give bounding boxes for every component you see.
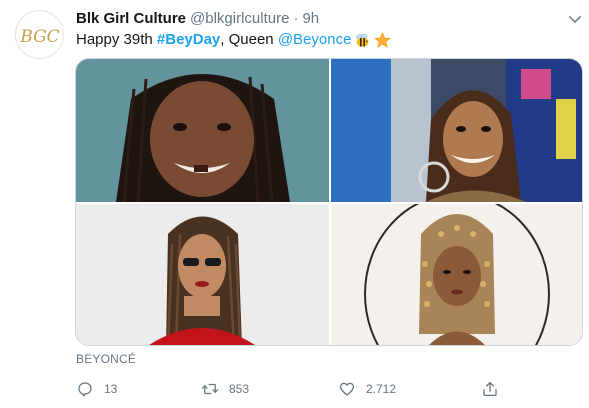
photo-2[interactable] [331,59,582,202]
retweet-icon [201,383,219,395]
like-count: 2.712 [366,382,397,396]
tweet-text-prefix: Happy 39th [76,31,157,48]
user-handle[interactable]: @blkgirlculture [190,10,289,28]
tweet-header: Blk Girl Culture @blkgirlculture · 9h [76,10,319,28]
tweet[interactable]: BGC Blk Girl Culture @blkgirlculture · 9… [0,0,589,408]
mention-link[interactable]: @Beyonce [278,30,352,50]
beaded-hair-portrait-photo [331,204,582,345]
retweet-count: 853 [229,382,250,396]
chevron-down-icon[interactable] [566,10,584,28]
red-dress-portrait-photo [76,204,329,345]
tweet-text: Happy 39th #BeyDay , Queen @Beyonce [76,30,392,50]
source-label[interactable]: BEYONCÉ [76,352,136,366]
share-icon [483,381,497,397]
city-portrait-photo [331,59,582,202]
share-button[interactable] [481,378,499,400]
child-portrait-photo [76,59,329,202]
separator-dot: · [293,10,299,27]
retweet-button[interactable]: 853 [201,378,249,400]
reply-button[interactable]: 13 [76,378,117,400]
tweet-text-middle: , Queen [220,31,278,48]
avatar[interactable]: BGC [15,10,64,59]
hashtag-link[interactable]: #BeyDay [157,30,220,50]
tweet-time[interactable]: 9h [302,10,319,28]
bee-emoji [356,33,369,47]
tweet-actions: 13 853 2.712 [76,378,584,400]
bgc-logo-icon: BGC [19,27,59,47]
media-grid[interactable] [75,58,583,346]
reply-count: 13 [104,382,118,396]
like-button[interactable]: 2.712 [338,378,396,400]
display-name[interactable]: Blk Girl Culture [76,10,186,28]
star-emoji [374,31,392,48]
photo-1[interactable] [76,59,329,202]
photo-3[interactable] [76,204,329,345]
reply-icon [78,382,92,397]
svg-text:BGC: BGC [19,27,59,47]
photo-4[interactable] [331,204,582,345]
heart-icon [339,382,355,396]
